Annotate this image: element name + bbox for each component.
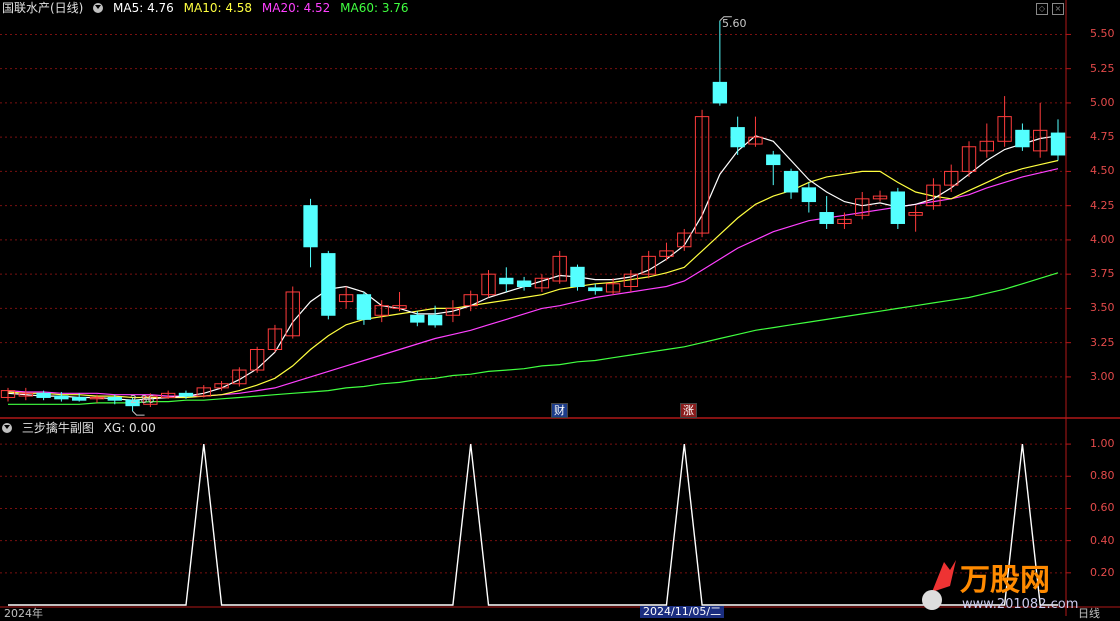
candle-body xyxy=(730,127,745,148)
candle-body xyxy=(54,395,69,400)
candle-body xyxy=(321,253,336,316)
kline-chart[interactable] xyxy=(0,0,1120,616)
xg-line xyxy=(8,444,1058,606)
low-price-note: 2.86 xyxy=(130,393,155,406)
rise-tag[interactable]: 涨 xyxy=(680,403,697,418)
candle-body xyxy=(588,287,603,292)
svg-text:万股网: 万股网 xyxy=(960,563,1050,598)
candle-body xyxy=(72,396,87,401)
sub-tick-label: 1.00 xyxy=(1090,437,1115,451)
ma5-line xyxy=(7,135,1059,401)
sub-tick-label: 0.60 xyxy=(1090,501,1115,515)
candle-body xyxy=(819,212,834,224)
sub-tick-label: 0.40 xyxy=(1090,533,1115,547)
ma10-label: MA10: 4.58 xyxy=(183,1,253,15)
candle-body xyxy=(712,81,728,104)
candle-body xyxy=(427,314,443,326)
xg-value: XG: 0.00 xyxy=(103,421,156,435)
logo-arrow-icon xyxy=(932,560,956,592)
price-tick-label: 5.25 xyxy=(1090,61,1115,75)
candle-body xyxy=(801,187,817,203)
low-marker xyxy=(132,410,145,416)
candle-body xyxy=(36,392,51,398)
candle-body xyxy=(766,154,781,166)
svg-text:www.201082.com: www.201082.com xyxy=(962,597,1078,612)
indicator-toggle-icon[interactable] xyxy=(93,3,104,13)
close-icon[interactable]: × xyxy=(1052,3,1064,15)
candle-body xyxy=(499,277,514,285)
price-tick-label: 3.00 xyxy=(1090,369,1115,383)
ma20-label: MA20: 4.52 xyxy=(261,1,331,15)
candle-body xyxy=(303,205,318,248)
price-tick-label: 4.25 xyxy=(1090,198,1115,212)
price-tick-label: 5.00 xyxy=(1090,95,1115,109)
ma5-label: MA5: 4.76 xyxy=(113,1,174,15)
candle-body xyxy=(516,280,532,287)
candle-body xyxy=(570,266,585,287)
price-tick-label: 3.75 xyxy=(1090,267,1115,281)
price-tick-label: 4.00 xyxy=(1090,232,1115,246)
candle-body xyxy=(178,392,194,397)
ma60-label: MA60: 3.76 xyxy=(340,1,409,15)
candle-body xyxy=(1050,132,1066,156)
candle-body xyxy=(783,170,799,193)
candle-body xyxy=(890,191,906,224)
date-cursor-box: 2024/11/05/二 xyxy=(640,606,725,618)
sub-indicator-toggle-icon[interactable] xyxy=(2,423,12,433)
finance-tag[interactable]: 财 xyxy=(551,403,568,418)
candle-body xyxy=(107,396,122,401)
ma60-line xyxy=(8,272,1059,405)
sub-indicator-title[interactable]: 三步擒牛副图 xyxy=(22,421,94,435)
candle-body xyxy=(410,314,425,323)
candle-body xyxy=(356,294,372,320)
price-tick-label: 4.75 xyxy=(1090,130,1115,144)
high-price-note: 5.60 xyxy=(722,17,747,30)
main-header: 国联水产(日线) MA5: 4.76 MA10: 4.58 MA20: 4.52… xyxy=(2,0,415,16)
candle-body xyxy=(1015,129,1030,148)
sub-header: 三步擒牛副图 XG: 0.00 xyxy=(2,420,162,436)
sub-tick-label: 0.80 xyxy=(1090,469,1115,483)
price-tick-label: 3.25 xyxy=(1090,335,1115,349)
restore-icon[interactable]: ◇ xyxy=(1036,3,1048,15)
price-tick-label: 5.50 xyxy=(1090,27,1115,41)
watermark-logo: 万股网 www.201082.com xyxy=(922,560,1078,612)
price-tick-label: 4.50 xyxy=(1090,164,1115,178)
stock-title[interactable]: 国联水产(日线) xyxy=(2,1,83,15)
year-label: 2024年 xyxy=(4,607,43,620)
price-tick-label: 3.50 xyxy=(1090,301,1115,315)
